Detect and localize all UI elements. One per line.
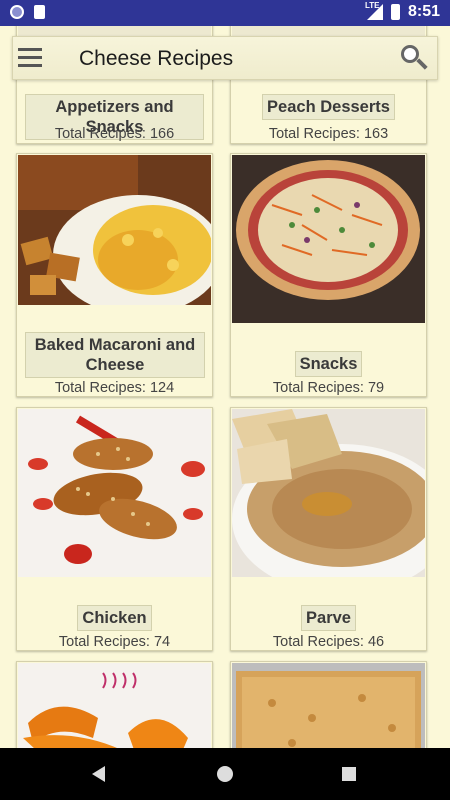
category-card-baked-macaroni[interactable]: Baked Macaroni and Cheese Total Recipes:…: [16, 153, 213, 397]
recipe-count: Total Recipes: 74: [58, 634, 171, 650]
status-bar: LTE 8:51: [0, 0, 450, 26]
system-navigation-bar: [0, 748, 450, 800]
home-circle-icon[interactable]: [217, 766, 233, 782]
category-name: Baked Macaroni and Cheese: [25, 332, 205, 378]
notification-dot-icon: [10, 5, 24, 19]
category-image: [18, 409, 211, 577]
recipe-count: Total Recipes: 166: [54, 126, 175, 142]
category-image: [232, 663, 425, 750]
app-bar: Cheese Recipes: [12, 36, 438, 80]
category-image: [232, 409, 425, 577]
category-image: [18, 663, 211, 750]
page-title: Cheese Recipes: [79, 47, 234, 70]
category-card-chicken[interactable]: Chicken Total Recipes: 74: [16, 407, 213, 651]
category-card-row4-right[interactable]: [230, 661, 427, 750]
back-triangle-icon[interactable]: [92, 766, 105, 782]
recipe-count: Total Recipes: 124: [54, 380, 175, 396]
category-card-snacks[interactable]: Snacks Total Recipes: 79: [230, 153, 427, 397]
hamburger-menu-icon[interactable]: [18, 48, 42, 68]
category-card-row4-left[interactable]: [16, 661, 213, 750]
recipe-count: Total Recipes: 46: [272, 634, 385, 650]
category-name: Snacks: [294, 351, 363, 377]
category-grid[interactable]: Appetizers and Snacks Total Recipes: 166…: [0, 26, 450, 750]
clock: 8:51: [407, 3, 440, 20]
category-image: [232, 155, 425, 323]
category-name: Parve: [301, 605, 356, 631]
search-icon[interactable]: [401, 45, 429, 73]
category-image: [18, 155, 211, 305]
category-name: Peach Desserts: [262, 94, 395, 120]
recipe-count: Total Recipes: 79: [272, 380, 385, 396]
category-name: Chicken: [77, 605, 152, 631]
recent-square-icon[interactable]: [342, 767, 356, 781]
category-card-parve[interactable]: Parve Total Recipes: 46: [230, 407, 427, 651]
recipe-count: Total Recipes: 163: [268, 126, 389, 142]
sd-card-icon: [34, 5, 45, 19]
battery-icon: [390, 4, 400, 20]
signal-icon: LTE: [365, 1, 383, 20]
